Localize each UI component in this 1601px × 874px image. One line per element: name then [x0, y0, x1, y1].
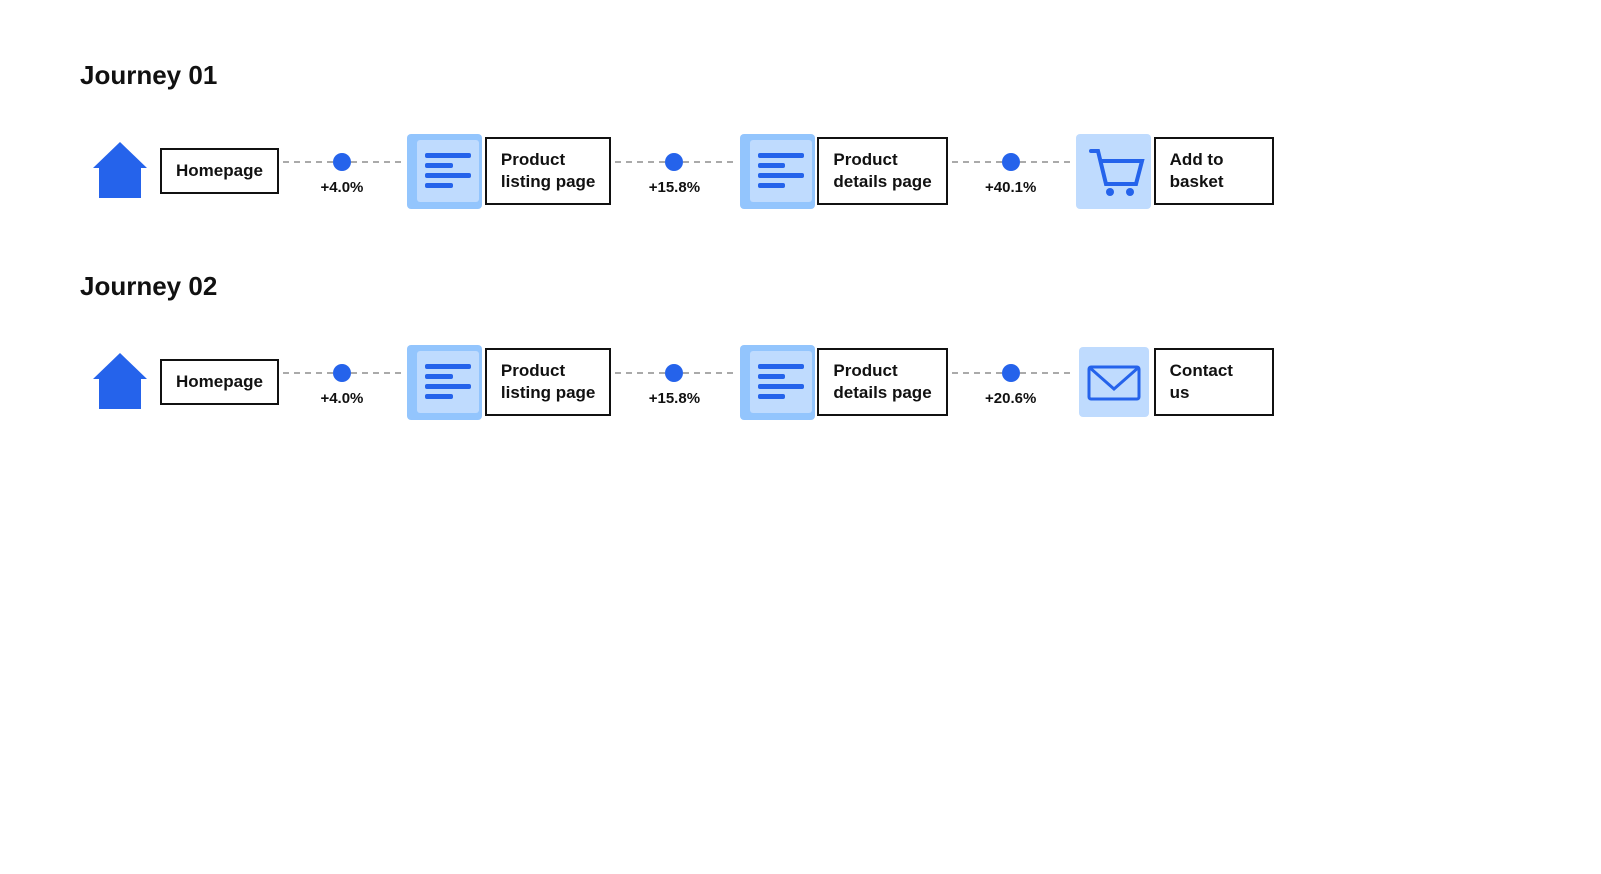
percent-3-j2: +20.6%	[985, 390, 1036, 407]
node-homepage-j1: Homepage	[80, 131, 279, 211]
connector-2-j2: +15.8%	[615, 358, 733, 407]
dotted-line	[952, 161, 1002, 163]
journey-01-title: Journey 01	[80, 60, 1521, 91]
journey-02-flow: Homepage +4.0%	[80, 342, 1521, 422]
listing-label-j2: Productlisting page	[485, 348, 611, 416]
list-icon-details-j2	[737, 342, 817, 422]
list-icon-j2	[405, 342, 485, 422]
node-contact-j2: Contactus	[1074, 342, 1274, 422]
dotted-line	[683, 161, 733, 163]
connector-3-j1: +40.1%	[952, 147, 1070, 196]
dotted-line	[615, 372, 665, 374]
dot-circle	[1002, 364, 1020, 382]
contact-label-j2: Contactus	[1154, 348, 1274, 416]
connector-3-j2: +20.6%	[952, 358, 1070, 407]
details-label-j2: Productdetails page	[817, 348, 947, 416]
journey-01-section: Journey 01 Homepage +4.0%	[80, 60, 1521, 211]
envelope-icon-j2	[1074, 342, 1154, 422]
listing-label-j1: Productlisting page	[485, 137, 611, 205]
dotted-line	[615, 161, 665, 163]
dotted-line	[283, 372, 333, 374]
homepage-label-j2: Homepage	[160, 359, 279, 405]
connector-1-j1: +4.0%	[283, 147, 401, 196]
dotted-line	[351, 161, 401, 163]
dotted-line	[1020, 161, 1070, 163]
journey-01-flow: Homepage +4.0%	[80, 131, 1521, 211]
dot-circle	[333, 153, 351, 171]
dot-circle	[665, 153, 683, 171]
dotted-line	[1020, 372, 1070, 374]
dot-circle	[1002, 153, 1020, 171]
journey-02-section: Journey 02 Homepage +4.0%	[80, 271, 1521, 422]
percent-2-j2: +15.8%	[649, 390, 700, 407]
node-details-j1: Productdetails page	[737, 131, 947, 211]
dotted-line	[283, 161, 333, 163]
journey-02-title: Journey 02	[80, 271, 1521, 302]
basket-label-j1: Add tobasket	[1154, 137, 1274, 205]
details-label-j1: Productdetails page	[817, 137, 947, 205]
dotted-line	[351, 372, 401, 374]
home-icon-j2	[80, 342, 160, 422]
cart-icon-j1	[1074, 131, 1154, 211]
dotted-line	[952, 372, 1002, 374]
home-icon-j1	[80, 131, 160, 211]
list-icon-j1	[405, 131, 485, 211]
node-listing-j1: Productlisting page	[405, 131, 611, 211]
percent-1-j2: +4.0%	[320, 390, 363, 407]
connector-1-j2: +4.0%	[283, 358, 401, 407]
dot-circle	[665, 364, 683, 382]
percent-3-j1: +40.1%	[985, 179, 1036, 196]
dotted-line	[683, 372, 733, 374]
homepage-label-j1: Homepage	[160, 148, 279, 194]
node-basket-j1: Add tobasket	[1074, 131, 1274, 211]
percent-2-j1: +15.8%	[649, 179, 700, 196]
page-container: Journey 01 Homepage +4.0%	[0, 0, 1601, 542]
connector-2-j1: +15.8%	[615, 147, 733, 196]
list-icon-details-j1	[737, 131, 817, 211]
node-listing-j2: Productlisting page	[405, 342, 611, 422]
percent-1-j1: +4.0%	[320, 179, 363, 196]
dot-circle	[333, 364, 351, 382]
node-homepage-j2: Homepage	[80, 342, 279, 422]
node-details-j2: Productdetails page	[737, 342, 947, 422]
